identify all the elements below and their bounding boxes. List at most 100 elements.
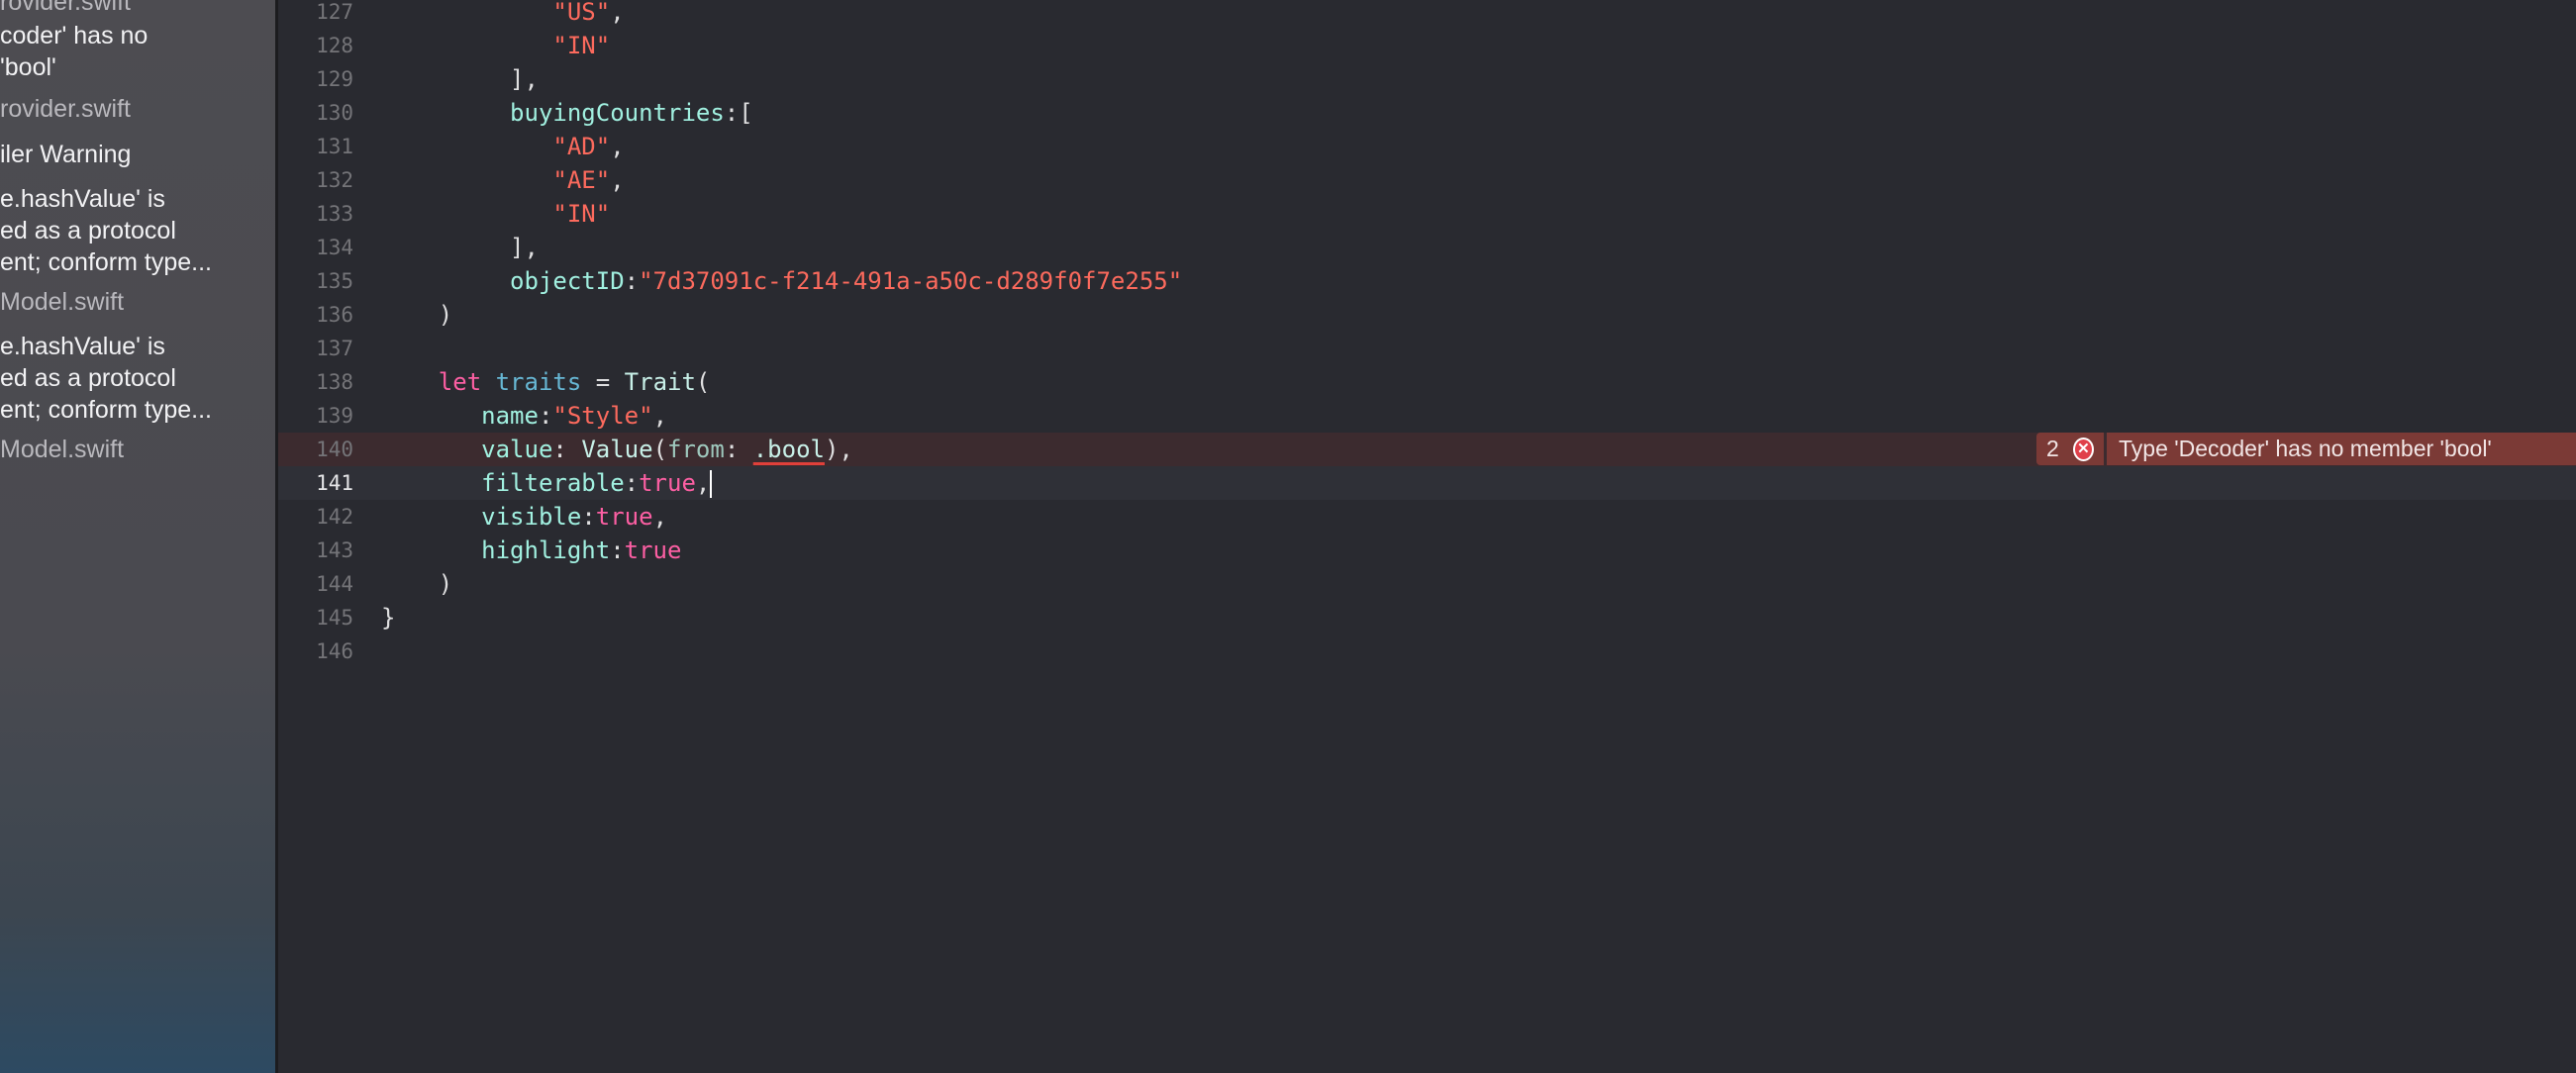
code-text: visible:true, bbox=[381, 500, 667, 534]
code-line[interactable]: 131 "AD", bbox=[278, 130, 2576, 163]
code-line[interactable]: 136 ) bbox=[278, 298, 2576, 332]
code-text: "US", bbox=[381, 0, 624, 29]
code-token: : bbox=[552, 436, 582, 463]
code-line[interactable]: 139 name:"Style", bbox=[278, 399, 2576, 433]
code-token: } bbox=[381, 604, 396, 632]
line-number: 128 bbox=[316, 34, 353, 57]
code-token: : bbox=[581, 503, 596, 531]
code-token: "7d37091c-f214-491a-a50c-d289f0f7e255" bbox=[639, 267, 1183, 295]
issue-message[interactable]: iler Warning bbox=[0, 139, 131, 170]
code-text: buyingCountries:[ bbox=[381, 96, 753, 130]
issue-message[interactable]: e.hashValue' is bbox=[0, 331, 165, 362]
code-token: , bbox=[695, 469, 711, 497]
code-line[interactable]: 134 ], bbox=[278, 231, 2576, 264]
error-token: .bool bbox=[752, 436, 825, 463]
line-number: 138 bbox=[316, 370, 353, 394]
code-line[interactable]: 144 ) bbox=[278, 567, 2576, 601]
issue-message[interactable]: e.hashValue' is bbox=[0, 183, 165, 215]
code-line[interactable]: 137 bbox=[278, 332, 2576, 365]
code-token: "IN" bbox=[552, 200, 611, 228]
code-token: filterable bbox=[481, 469, 625, 497]
code-token: Trait bbox=[624, 368, 696, 396]
code-line[interactable]: 135 objectID:"7d37091c-f214-491a-a50c-d2… bbox=[278, 264, 2576, 298]
issue-file-name[interactable]: rovider.swift bbox=[0, 0, 131, 18]
issue-message[interactable]: ent; conform type... bbox=[0, 246, 212, 278]
inline-error-annotation[interactable]: 2 ✕ Type 'Decoder' has no member 'bool' bbox=[2036, 433, 2576, 465]
code-line[interactable]: 143 highlight:true bbox=[278, 534, 2576, 567]
code-line[interactable]: 138 let traits = Trait( bbox=[278, 365, 2576, 399]
code-token: ) bbox=[438, 570, 453, 598]
code-text: filterable:true, bbox=[381, 466, 713, 500]
code-line[interactable]: 128 "IN" bbox=[278, 29, 2576, 62]
code-token: objectID bbox=[510, 267, 625, 295]
line-number: 139 bbox=[316, 404, 353, 428]
line-number: 146 bbox=[316, 639, 353, 663]
line-number: 137 bbox=[316, 337, 353, 360]
issue-message[interactable]: coder' has no bbox=[0, 20, 148, 51]
line-number: 140 bbox=[316, 438, 353, 461]
issue-message[interactable]: ent; conform type... bbox=[0, 394, 212, 426]
code-text: "AD", bbox=[381, 130, 624, 163]
code-token: ) bbox=[438, 301, 453, 329]
code-text: value: Value(from: .bool), bbox=[381, 433, 853, 466]
line-number: 143 bbox=[316, 538, 353, 562]
issue-file-name[interactable]: rovider.swift bbox=[0, 93, 131, 125]
issue-message[interactable]: ed as a protocol bbox=[0, 215, 176, 246]
line-number: 131 bbox=[316, 135, 353, 158]
code-token: ], bbox=[510, 65, 539, 93]
code-text: ], bbox=[381, 231, 539, 264]
code-text: "IN" bbox=[381, 197, 610, 231]
code-line[interactable]: 127 "US", bbox=[278, 0, 2576, 29]
code-token: "Style" bbox=[552, 402, 653, 430]
code-token: let bbox=[438, 368, 482, 396]
error-count-badge[interactable]: 2 ✕ bbox=[2036, 433, 2104, 465]
issue-file-name[interactable]: Model.swift bbox=[0, 286, 124, 318]
code-token: ), bbox=[824, 436, 853, 463]
code-text: name:"Style", bbox=[381, 399, 667, 433]
code-line[interactable]: 141 filterable:true, bbox=[278, 466, 2576, 500]
code-line[interactable]: 146 bbox=[278, 634, 2576, 668]
code-token: "IN" bbox=[552, 32, 611, 59]
line-number: 129 bbox=[316, 67, 353, 91]
code-token: traits bbox=[495, 368, 582, 396]
code-token: true bbox=[624, 536, 682, 564]
code-line[interactable]: 129 ], bbox=[278, 62, 2576, 96]
code-token: ], bbox=[510, 234, 539, 261]
code-token: , bbox=[610, 166, 625, 194]
line-number: 134 bbox=[316, 236, 353, 259]
code-token: :[ bbox=[724, 99, 753, 127]
code-line[interactable]: 130 buyingCountries:[ bbox=[278, 96, 2576, 130]
line-number: 141 bbox=[316, 471, 353, 495]
code-text: "IN" bbox=[381, 29, 610, 62]
line-number: 142 bbox=[316, 505, 353, 529]
issue-file-name[interactable]: Model.swift bbox=[0, 434, 124, 465]
issue-message[interactable]: 'bool' bbox=[0, 51, 56, 83]
error-x-circle-icon: ✕ bbox=[2072, 437, 2094, 461]
line-number: 127 bbox=[316, 0, 353, 24]
code-token: ( bbox=[695, 368, 711, 396]
issue-message[interactable]: ed as a protocol bbox=[0, 362, 176, 394]
line-number: 130 bbox=[316, 101, 353, 125]
code-line[interactable]: 133 "IN" bbox=[278, 197, 2576, 231]
error-message: Type 'Decoder' has no member 'bool' bbox=[2107, 433, 2576, 465]
code-token: buyingCountries bbox=[510, 99, 725, 127]
code-text: let traits = Trait( bbox=[381, 365, 711, 399]
code-line[interactable]: 145} bbox=[278, 601, 2576, 634]
code-editor[interactable]: 127 "US", 128 "IN" 129 ], 130 buyingCountri… bbox=[278, 0, 2576, 1073]
code-text: ) bbox=[381, 298, 452, 332]
code-text: ], bbox=[381, 62, 539, 96]
code-token: = bbox=[581, 368, 625, 396]
code-token: , bbox=[652, 503, 668, 531]
code-line[interactable]: 132 "AE", bbox=[278, 163, 2576, 197]
code-line[interactable]: 142 visible:true, bbox=[278, 500, 2576, 534]
